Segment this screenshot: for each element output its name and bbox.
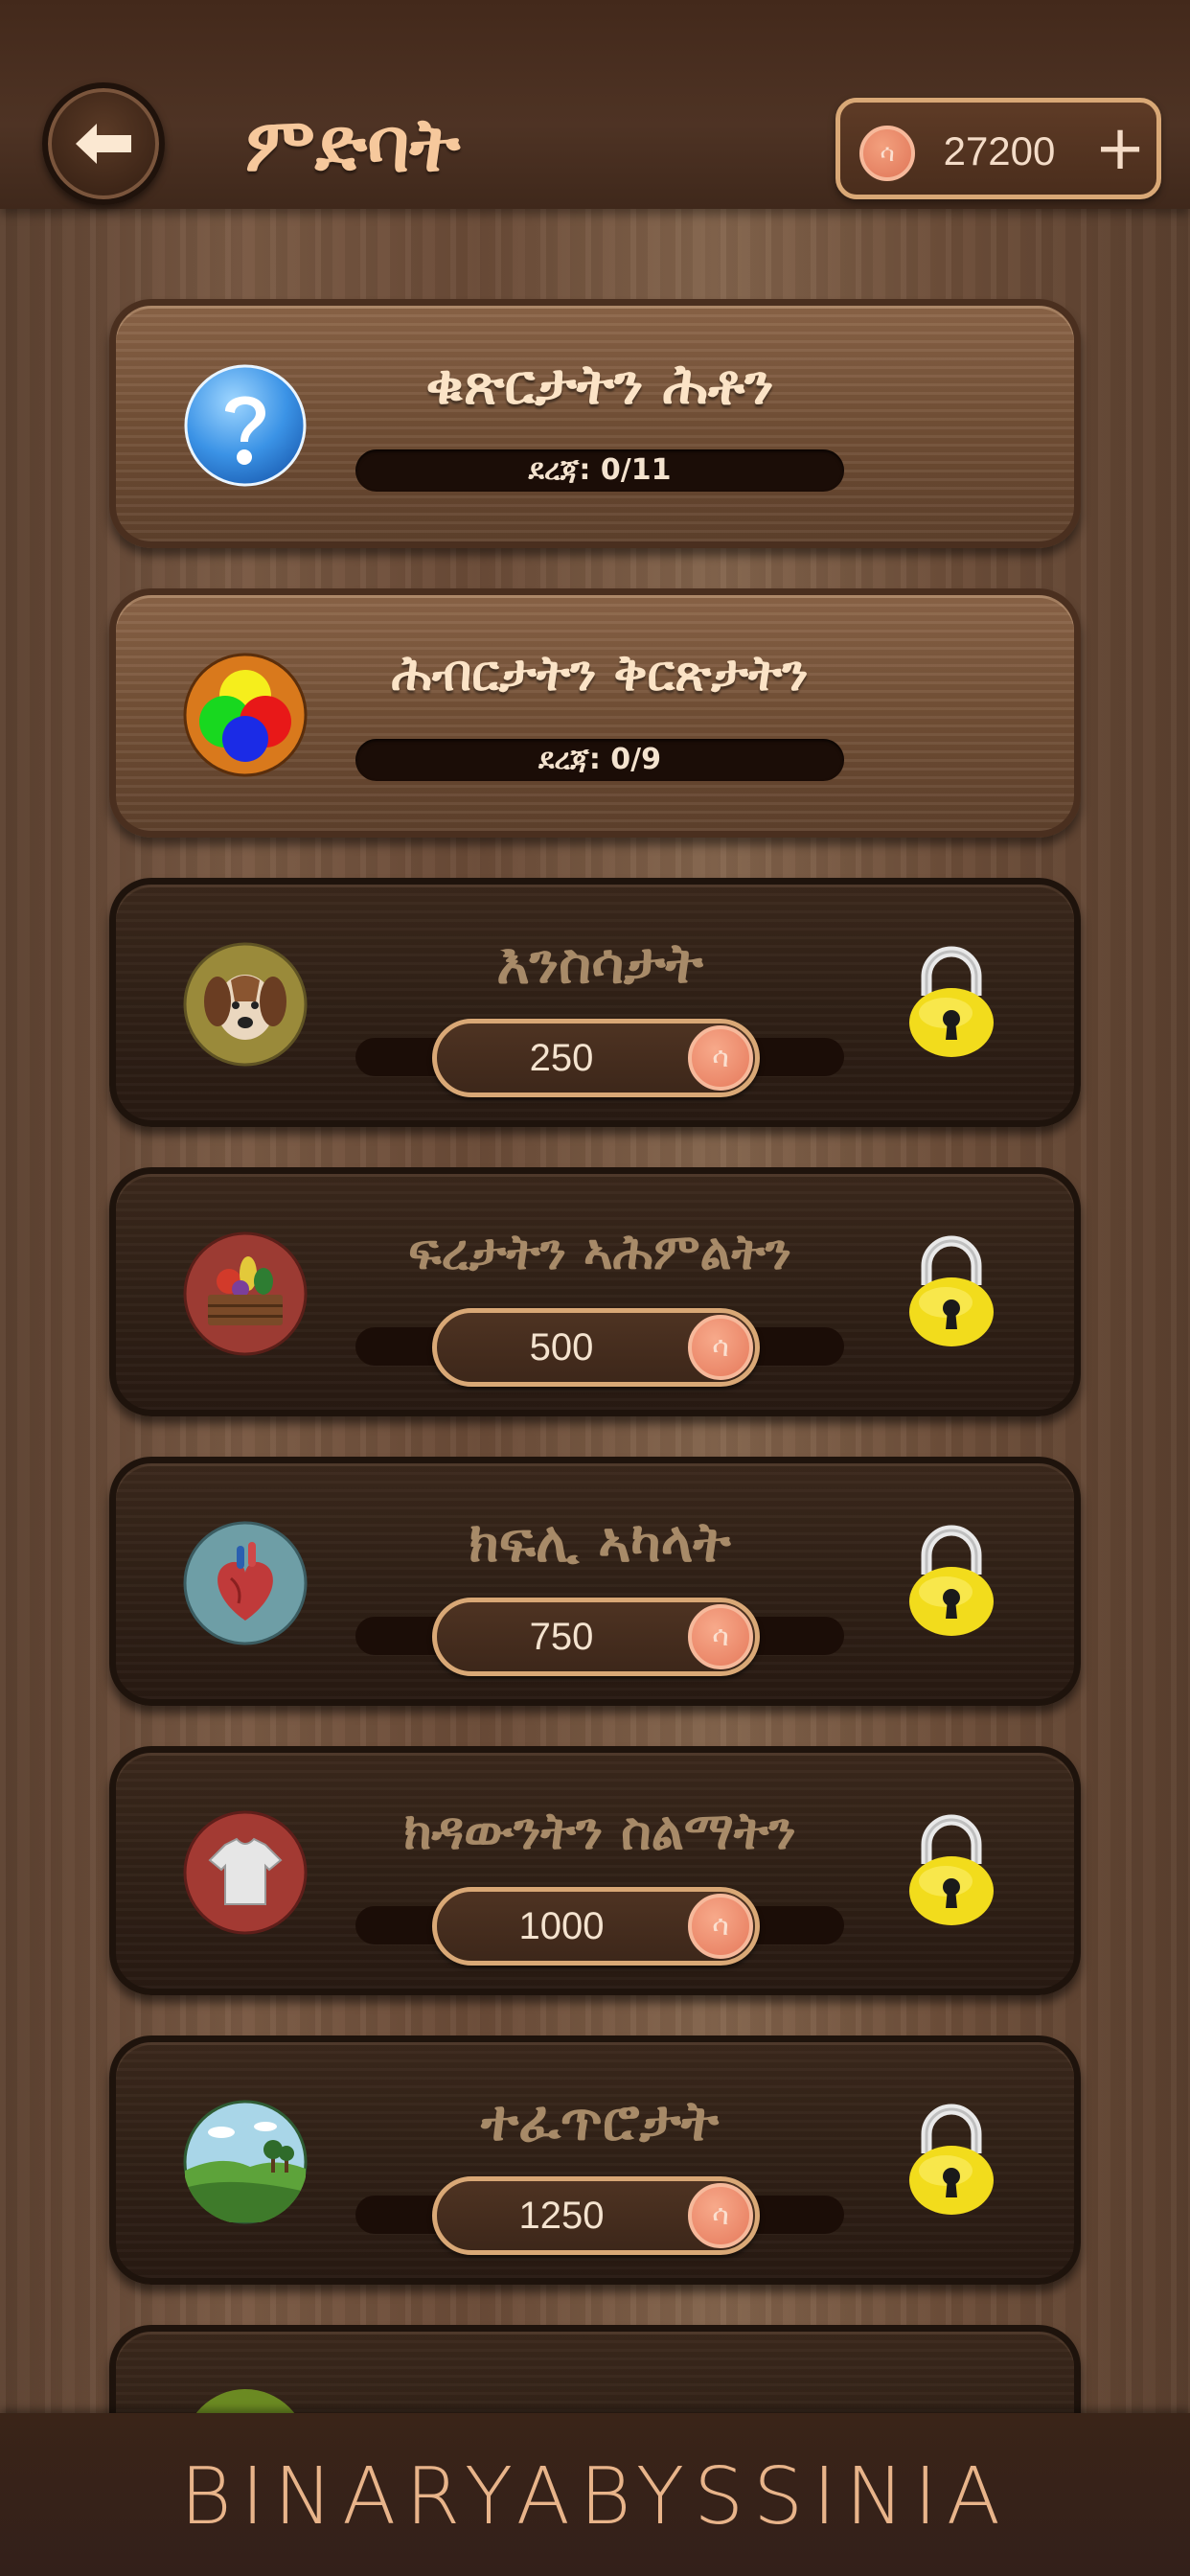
landscape-icon bbox=[183, 2100, 308, 2224]
category-card-nature[interactable]: ተፈጥሮታት 1250 ሳ bbox=[109, 2036, 1081, 2285]
back-button[interactable] bbox=[42, 82, 165, 205]
level-progress: ደረጃ: 0/9 bbox=[355, 739, 844, 781]
coin-icon: ሳ bbox=[688, 2183, 753, 2248]
category-title: እንስሳታት bbox=[496, 931, 703, 996]
add-coins-button[interactable]: + bbox=[1089, 118, 1151, 179]
tshirt-icon bbox=[183, 1810, 308, 1935]
category-title: ተፈጥሮታት bbox=[481, 2088, 719, 2153]
unlock-price-button[interactable]: 1250 ሳ bbox=[432, 2176, 760, 2255]
unlock-price: 250 bbox=[529, 1037, 594, 1079]
page-title: ምድባት bbox=[245, 103, 461, 189]
category-title: ሕብርታትን ቅርጽታትን bbox=[391, 645, 809, 702]
fruit-basket-icon bbox=[183, 1231, 308, 1356]
coin-balance: ሳ 27200 + bbox=[835, 98, 1161, 199]
unlock-price-button[interactable]: 250 ሳ bbox=[432, 1019, 760, 1097]
lock-icon bbox=[909, 1814, 994, 1925]
unlock-price-button[interactable]: 500 ሳ bbox=[432, 1308, 760, 1387]
top-bar: ምድባት ሳ 27200 + bbox=[0, 0, 1190, 209]
lock-icon bbox=[909, 946, 994, 1057]
question-icon bbox=[183, 363, 308, 488]
unlock-price: 1250 bbox=[518, 2195, 605, 2237]
arrow-left-icon bbox=[76, 124, 131, 164]
coin-count: 27200 bbox=[943, 128, 1056, 173]
level-progress: ደረጃ: 0/11 bbox=[355, 449, 844, 492]
unlock-price: 1000 bbox=[518, 1905, 605, 1947]
category-title: ፍረታትን ኣሕምልትን bbox=[408, 1224, 791, 1281]
lock-icon bbox=[909, 1525, 994, 1636]
coin-icon: ሳ bbox=[688, 1894, 753, 1959]
dog-icon bbox=[183, 942, 308, 1067]
category-title: ቁጽርታትን ሕቶን bbox=[425, 352, 774, 417]
lock-icon bbox=[909, 1235, 994, 1346]
category-card-animals[interactable]: እንስሳታት 250 ሳ bbox=[109, 878, 1081, 1127]
unlock-price-button[interactable]: 1000 ሳ bbox=[432, 1887, 760, 1966]
category-title: ክዳውንትን ስልማትን bbox=[403, 1801, 796, 1861]
brand-logo: BINARYABYSSINIA bbox=[179, 2451, 1011, 2542]
heart-organ-icon bbox=[183, 1521, 308, 1645]
category-card-numbers[interactable]: ቁጽርታትን ሕቶን ደረጃ: 0/11 bbox=[109, 299, 1081, 548]
coin-icon: ሳ bbox=[688, 1604, 753, 1669]
colors-icon bbox=[183, 653, 308, 777]
unlock-price: 500 bbox=[529, 1326, 594, 1368]
category-card-fruits[interactable]: ፍረታትን ኣሕምልትን 500 ሳ bbox=[109, 1167, 1081, 1416]
unlock-price-button[interactable]: 750 ሳ bbox=[432, 1598, 760, 1676]
category-card-colors[interactable]: ሕብርታትን ቅርጽታትን ደረጃ: 0/9 bbox=[109, 588, 1081, 838]
coin-icon: ሳ bbox=[688, 1315, 753, 1380]
unlock-price: 750 bbox=[529, 1616, 594, 1658]
category-title: ክፍሊ ኣካላት bbox=[469, 1509, 731, 1575]
coin-icon: ሳ bbox=[688, 1025, 753, 1091]
category-card-clothes[interactable]: ክዳውንትን ስልማትን 1000 ሳ bbox=[109, 1746, 1081, 1995]
coin-icon: ሳ bbox=[859, 126, 915, 181]
footer-banner: BINARYABYSSINIA bbox=[0, 2413, 1190, 2576]
category-card-body-parts[interactable]: ክፍሊ ኣካላት 750 ሳ bbox=[109, 1457, 1081, 1706]
lock-icon bbox=[909, 2104, 994, 2215]
